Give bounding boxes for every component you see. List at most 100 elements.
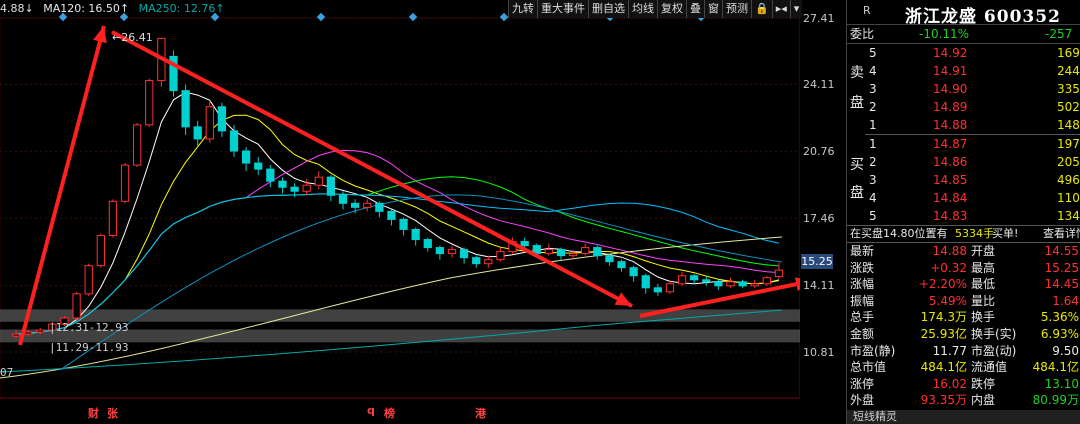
candle-body[interactable] — [133, 124, 142, 166]
chevron-down-icon[interactable]: ▾ — [789, 0, 803, 18]
candle-body[interactable] — [242, 150, 251, 164]
candle-body[interactable] — [387, 210, 396, 220]
candle-body[interactable] — [556, 249, 566, 257]
candle-body[interactable] — [738, 281, 747, 287]
candle-body[interactable] — [617, 261, 626, 269]
major-events-button[interactable]: 重大事件 — [537, 0, 588, 18]
candle-body[interactable] — [605, 255, 614, 263]
candle-body[interactable] — [629, 267, 638, 277]
candle-body[interactable] — [714, 281, 723, 287]
candle-body[interactable] — [314, 176, 323, 186]
bid-level: 2 — [869, 155, 877, 169]
candle-body[interactable] — [677, 275, 687, 285]
candle-body[interactable] — [690, 275, 699, 281]
candle-body[interactable] — [193, 126, 202, 140]
ask-row[interactable]: 4 14.91 244 — [847, 62, 1080, 80]
bid-row[interactable]: 2 14.86 205 — [847, 153, 1080, 171]
short-term-sprite-tab[interactable]: 短线精灵 — [847, 410, 1080, 424]
ask-row[interactable]: 1 14.88 148 — [847, 116, 1080, 134]
window-button[interactable]: 窗 — [704, 0, 722, 18]
candle-body[interactable] — [423, 239, 432, 249]
candle-body[interactable] — [520, 241, 529, 247]
ask-row[interactable]: 3 14.90 335 — [847, 80, 1080, 98]
stat-label: 总市值 — [850, 360, 887, 375]
candle-body[interactable] — [266, 168, 275, 182]
ask-volume: 148 — [1057, 118, 1080, 132]
candle-body[interactable] — [36, 329, 45, 333]
candle-body[interactable] — [205, 106, 214, 140]
candle-body[interactable] — [181, 90, 190, 128]
candle-body[interactable] — [229, 130, 239, 152]
candle-body[interactable] — [496, 251, 505, 261]
candle-body[interactable] — [302, 184, 311, 192]
candle-body[interactable] — [254, 162, 263, 170]
band-prefix: | — [49, 321, 56, 334]
candle-body[interactable] — [399, 218, 408, 230]
candle-body[interactable] — [145, 80, 154, 126]
candle-body[interactable] — [278, 180, 287, 188]
candle-body[interactable] — [726, 281, 735, 287]
candle-body[interactable] — [581, 247, 590, 255]
bid-row[interactable]: 5 14.83 134 — [847, 207, 1080, 225]
event-hk[interactable]: 港 — [475, 405, 486, 421]
event-finance[interactable]: 财 — [88, 405, 99, 421]
candle-body[interactable] — [593, 247, 602, 257]
candle-body[interactable] — [702, 279, 711, 283]
candle-body[interactable] — [762, 277, 771, 285]
ask-row[interactable]: 5 14.92 169 — [847, 44, 1080, 62]
event-list[interactable]: 榜 — [384, 405, 395, 421]
quote-panel: R 浙江龙盛 600352 委比 -10.11% -257 卖 盘 买 盘 51… — [846, 0, 1080, 424]
candle-body[interactable] — [484, 259, 493, 265]
candle-body[interactable] — [338, 194, 348, 204]
fall-arrow — [111, 30, 633, 308]
candle-body[interactable] — [653, 287, 662, 293]
bid-level: 3 — [869, 173, 877, 187]
bid-row[interactable]: 4 14.84 110 — [847, 189, 1080, 207]
stat-value: +0.32 — [930, 260, 967, 275]
candle-body[interactable] — [290, 186, 299, 192]
candle-body[interactable] — [665, 283, 675, 293]
stat-label: 流通值 — [971, 360, 1008, 375]
moving-average-button[interactable]: 均线 — [628, 0, 657, 18]
candle-body[interactable] — [24, 331, 33, 335]
kline-canvas[interactable] — [0, 0, 800, 424]
event-q[interactable]: q — [367, 404, 375, 417]
candle-body[interactable] — [217, 106, 227, 132]
candle-body[interactable] — [411, 228, 420, 241]
candle-body[interactable] — [459, 249, 469, 259]
ask-row[interactable]: 2 14.89 502 — [847, 98, 1080, 116]
candle-body[interactable] — [447, 249, 457, 255]
candle-body[interactable] — [96, 235, 105, 267]
candle-body[interactable] — [120, 164, 130, 202]
bid-row[interactable]: 3 14.85 496 — [847, 171, 1080, 189]
adjust-button[interactable]: 复权 — [657, 0, 686, 18]
band-range-1: 12.31-12.93 — [55, 321, 129, 334]
bid-row[interactable]: 1 14.87 197 — [847, 135, 1080, 153]
candle-body[interactable] — [568, 253, 578, 257]
candle-body[interactable] — [472, 257, 481, 265]
forecast-button[interactable]: 预测 — [722, 0, 751, 18]
overlay-button[interactable]: 叠 — [686, 0, 704, 18]
candle-body[interactable] — [84, 265, 93, 295]
candle-body[interactable] — [326, 176, 336, 196]
kline-chart[interactable]: 4.88↓ MA120: 16.50↑ MA250: 12.76↑ 九转 重大事… — [0, 0, 835, 424]
remove-watchlist-button[interactable]: 删自选 — [588, 0, 628, 18]
candle-body[interactable] — [774, 269, 784, 278]
ask-volume: 169 — [1057, 46, 1080, 60]
candle-body[interactable] — [108, 200, 118, 237]
candle-body[interactable] — [11, 333, 21, 337]
lock-icon[interactable]: 🔒 — [751, 0, 772, 18]
candle-body[interactable] — [363, 202, 372, 208]
expand-icon[interactable]: ▸◂ — [771, 0, 790, 18]
candle-body[interactable] — [435, 247, 445, 255]
event-zhang[interactable]: 张 — [107, 405, 118, 421]
nine-turn-button[interactable]: 九转 — [508, 0, 537, 18]
candle-body[interactable] — [72, 293, 81, 319]
candle-body[interactable] — [544, 249, 553, 255]
candle-body[interactable] — [750, 283, 759, 287]
candle-body[interactable] — [641, 275, 650, 289]
candle-body[interactable] — [375, 202, 384, 212]
left-edge-label: 07 — [0, 366, 14, 379]
view-details-link[interactable]: 查看详情 — [1043, 226, 1080, 242]
candle-body[interactable] — [350, 202, 360, 208]
